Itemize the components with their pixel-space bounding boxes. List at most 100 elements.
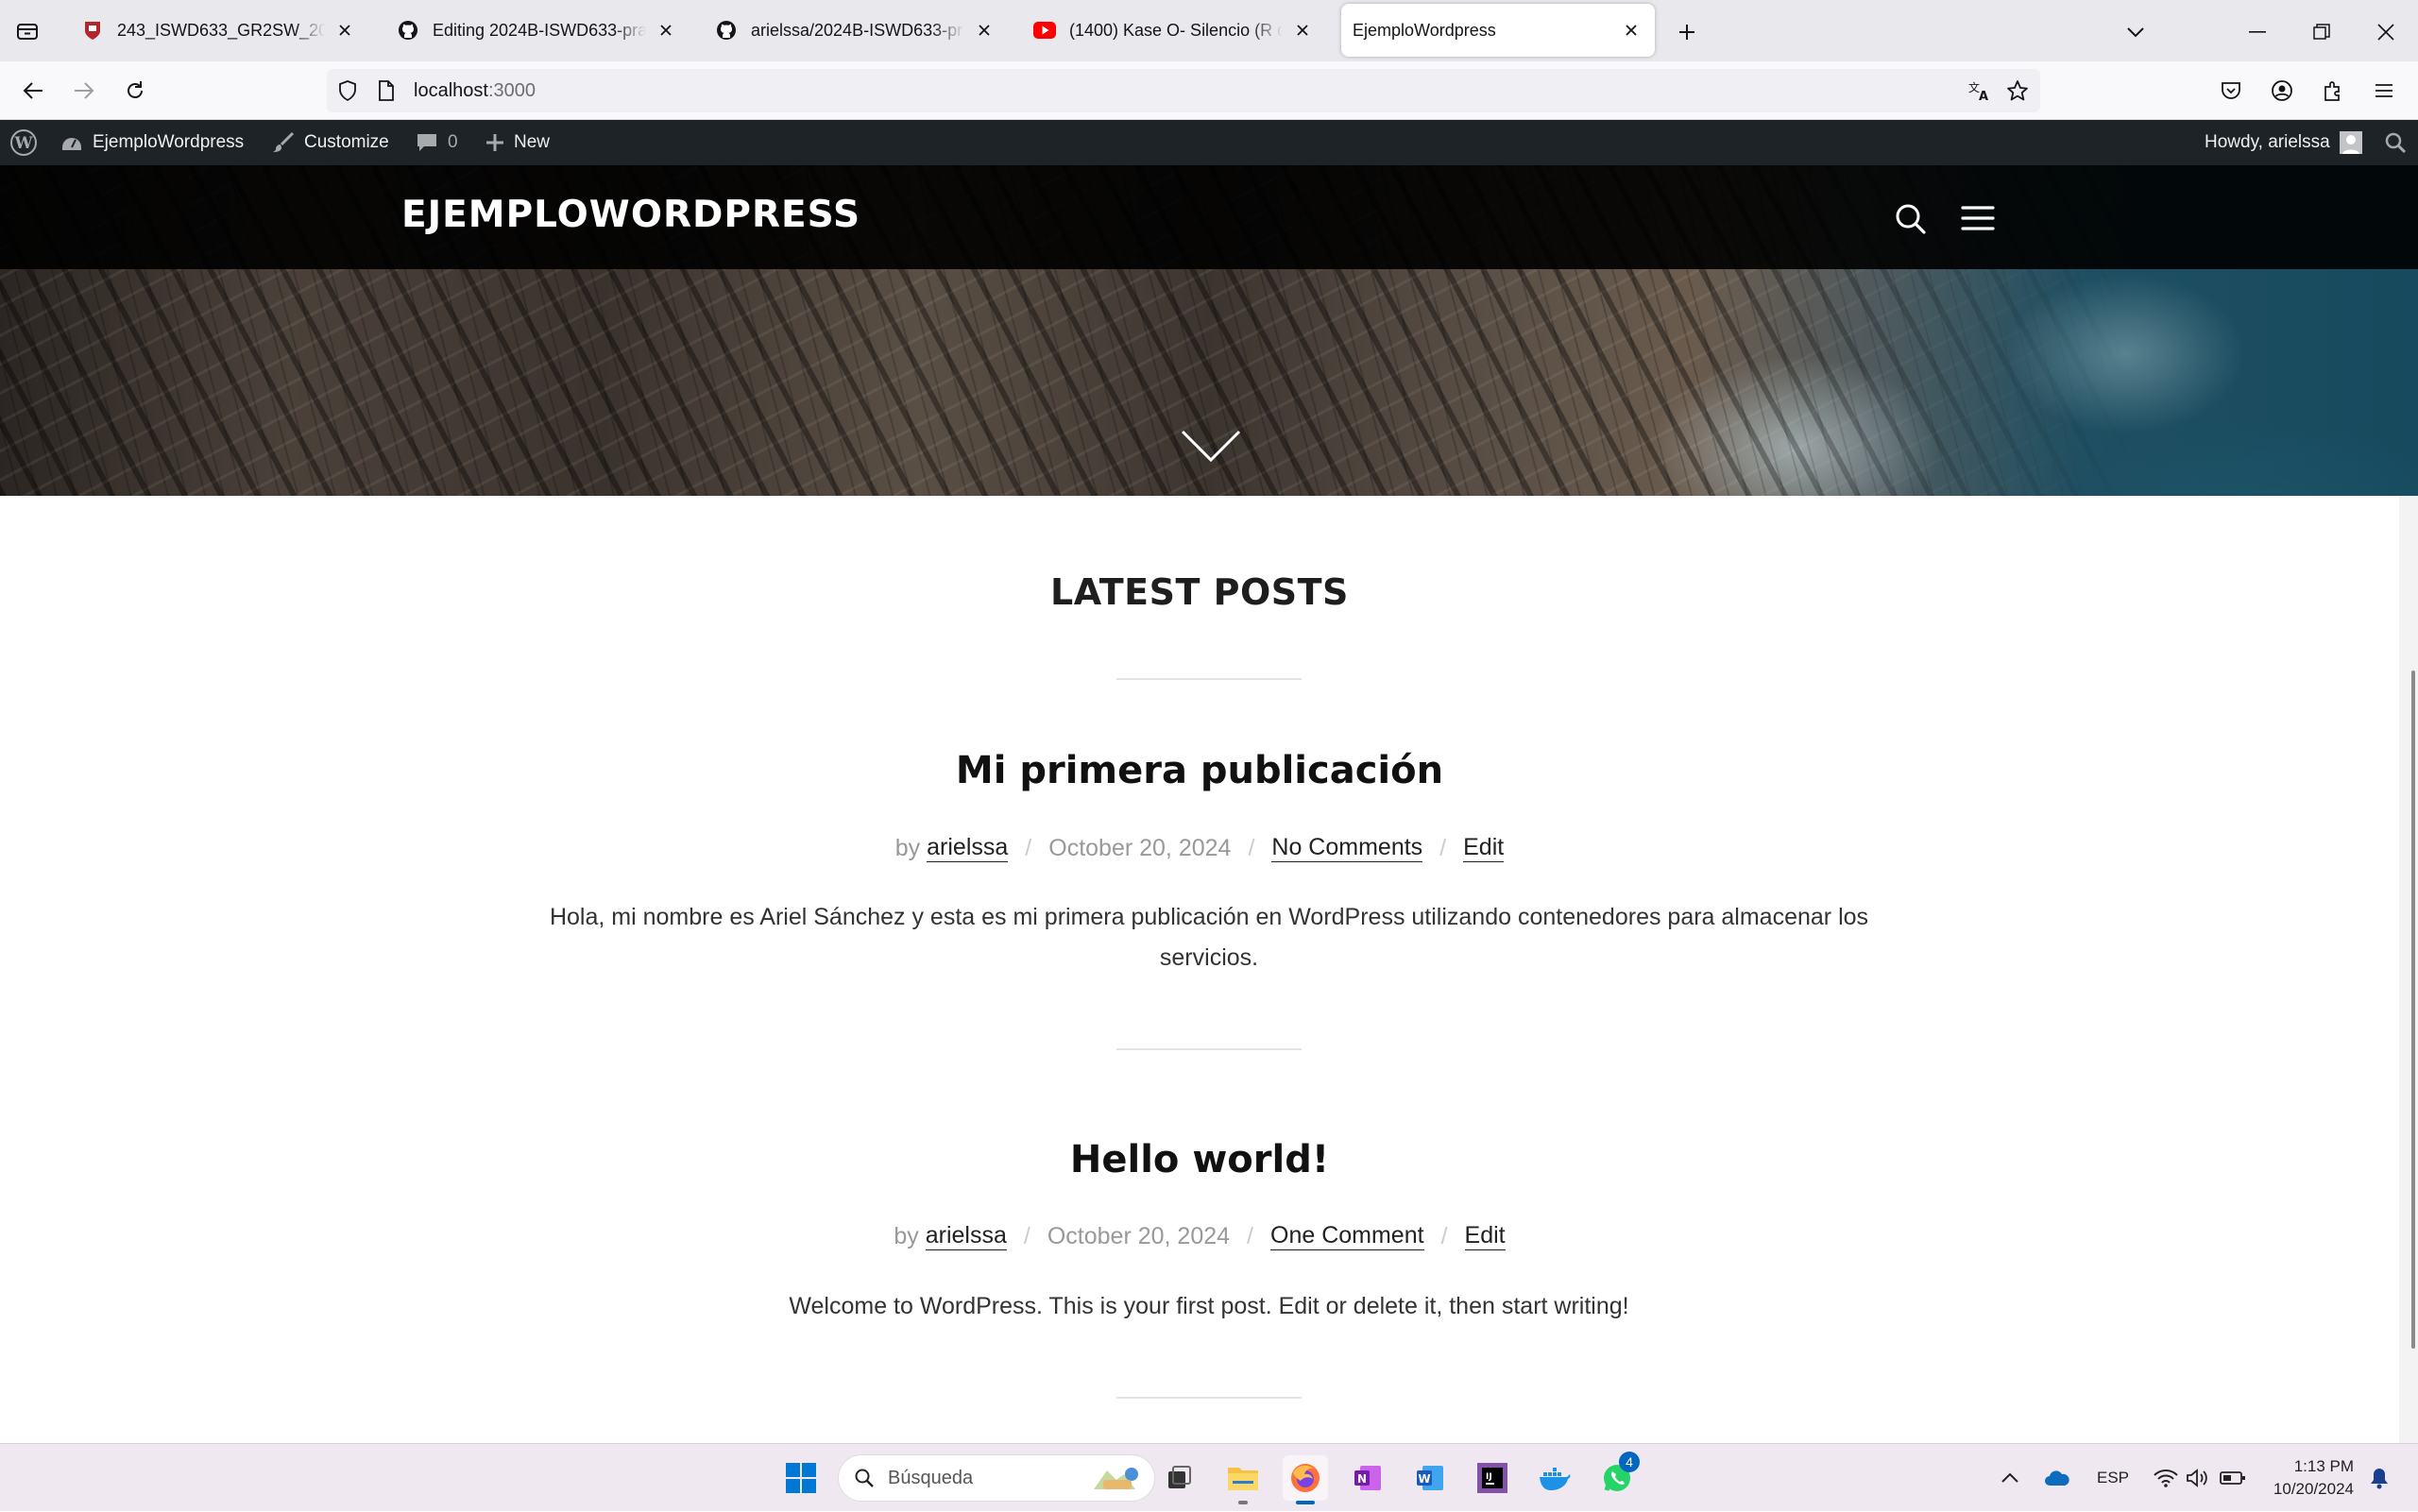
tab-title: arielssa/2024B-ISWD633-practica — [751, 20, 964, 40]
admin-site-link[interactable]: EjemploWordpress — [60, 120, 244, 165]
post-comments-link[interactable]: No Comments — [1271, 834, 1423, 862]
scroll-down-chevron-icon[interactable] — [1181, 430, 1241, 464]
meta-separator: / — [1025, 834, 1032, 861]
meta-separator: / — [1023, 1222, 1030, 1249]
close-tab-icon[interactable] — [974, 20, 995, 41]
url-host: localhost — [414, 79, 488, 101]
close-window-icon[interactable] — [2367, 13, 2405, 51]
browser-tab[interactable]: (1400) Kase O- Silencio (R de Ra — [1014, 4, 1326, 57]
docker-icon[interactable] — [1532, 1455, 1577, 1501]
url-port: :3000 — [487, 79, 536, 101]
site-header: EJEMPLOWORDPRESS — [0, 165, 2418, 269]
post-title[interactable]: Mi primera publicación — [0, 749, 2399, 792]
windows-start-icon[interactable] — [778, 1455, 824, 1501]
notification-bell-icon[interactable] — [2369, 1444, 2390, 1512]
dashboard-icon — [60, 132, 93, 153]
tab-list-icon[interactable] — [13, 19, 42, 43]
pocket-icon[interactable] — [2215, 75, 2247, 107]
back-arrow-icon[interactable] — [17, 75, 49, 107]
word-icon[interactable]: W — [1407, 1455, 1453, 1501]
volume-icon[interactable] — [2186, 1444, 2208, 1512]
new-tab-icon[interactable] — [1672, 17, 1702, 47]
wp-admin-bar: W EjemploWordpress Customize 0 New Howdy… — [0, 120, 2418, 165]
firefox-icon[interactable] — [1283, 1455, 1328, 1504]
close-tab-icon[interactable] — [334, 20, 355, 41]
meta-separator: / — [1439, 834, 1447, 861]
tray-chevron-up-icon[interactable] — [2001, 1444, 2019, 1512]
github-icon — [397, 19, 419, 42]
divider — [1116, 678, 1302, 680]
account-icon[interactable] — [2266, 75, 2298, 107]
site-title[interactable]: EJEMPLOWORDPRESS — [401, 194, 860, 236]
post-date[interactable]: October 20, 2024 — [1047, 1223, 1230, 1250]
post-edit-link[interactable]: Edit — [1464, 1222, 1506, 1250]
scrollbar-thumb[interactable] — [2411, 671, 2415, 1349]
onenote-icon[interactable]: N — [1345, 1455, 1390, 1501]
browser-tab[interactable]: 243_ISWD633_GR2SW_2024-2: — [62, 4, 368, 57]
wordpress-logo-icon[interactable]: W — [9, 120, 47, 165]
url-text[interactable]: localhost:3000 — [414, 80, 536, 102]
search-icon — [854, 1468, 875, 1488]
forward-arrow-icon[interactable] — [68, 75, 100, 107]
address-bar[interactable]: localhost:3000 文A — [327, 69, 2040, 112]
admin-howdy: Howdy, arielssa — [2205, 132, 2330, 152]
admin-account-link[interactable]: Howdy, arielssa — [2205, 120, 2372, 165]
chevron-down-icon[interactable] — [2120, 17, 2151, 47]
minimize-icon[interactable] — [2239, 13, 2276, 51]
post-edit-link[interactable]: Edit — [1463, 834, 1505, 862]
scrollbar-track[interactable] — [2399, 496, 2418, 1443]
close-tab-icon[interactable] — [656, 20, 676, 41]
brush-icon — [272, 131, 304, 154]
taskbar-search-box[interactable]: Búsqueda — [838, 1454, 1155, 1502]
close-tab-icon[interactable] — [1292, 20, 1313, 41]
extensions-icon[interactable] — [2317, 75, 2349, 107]
svg-text:A: A — [1979, 90, 1988, 101]
wifi-icon[interactable] — [2154, 1444, 2178, 1512]
file-explorer-icon[interactable] — [1220, 1455, 1266, 1504]
search-highlight-icon — [1090, 1463, 1143, 1493]
post-excerpt: Welcome to WordPress. This is your first… — [789, 1293, 1629, 1319]
bookmark-star-icon[interactable] — [2006, 79, 2029, 102]
browser-tab[interactable]: Editing 2024B-ISWD633-practica — [378, 4, 690, 57]
post-author-link[interactable]: arielssa — [927, 834, 1009, 862]
post-author-link[interactable]: arielssa — [925, 1222, 1007, 1250]
post-title[interactable]: Hello world! — [0, 1138, 2399, 1181]
site-search-icon[interactable] — [1895, 203, 1927, 235]
clock-date: 10/20/2024 — [2273, 1480, 2354, 1498]
university-icon — [81, 19, 104, 42]
section-title: LATEST POSTS — [1050, 571, 1349, 613]
post-meta-by: by — [894, 1222, 919, 1249]
browser-tab-strip: 243_ISWD633_GR2SW_2024-2: Editing 2024B-… — [0, 0, 2418, 61]
whatsapp-icon[interactable]: 4 — [1594, 1452, 1640, 1501]
tab-title: 243_ISWD633_GR2SW_2024-2: — [117, 20, 325, 40]
svg-text:W: W — [13, 134, 33, 153]
restore-icon[interactable] — [2303, 13, 2341, 51]
language-indicator[interactable]: ESP — [2097, 1444, 2129, 1512]
post-meta-by: by — [894, 834, 921, 861]
battery-icon[interactable] — [2220, 1444, 2246, 1512]
shield-icon[interactable] — [338, 80, 357, 101]
post-date[interactable]: October 20, 2024 — [1048, 835, 1231, 862]
browser-tab-active[interactable]: EjemploWordpress — [1341, 4, 1655, 57]
admin-customize-link[interactable]: Customize — [272, 120, 389, 165]
post-comments-link[interactable]: One Comment — [1270, 1222, 1424, 1250]
page-icon[interactable] — [378, 80, 395, 101]
translate-icon[interactable]: 文A — [1968, 80, 1991, 101]
meta-separator: / — [1248, 834, 1255, 861]
taskbar-clock[interactable]: 1:13 PM 10/20/2024 — [2259, 1444, 2354, 1512]
admin-search-icon[interactable] — [2384, 120, 2416, 165]
divider — [1116, 1048, 1302, 1050]
admin-new-link[interactable]: New — [485, 120, 550, 165]
admin-comments-link[interactable]: 0 — [416, 120, 458, 165]
onedrive-icon[interactable] — [2044, 1444, 2070, 1512]
close-tab-icon[interactable] — [1621, 20, 1642, 41]
menu-icon[interactable] — [2368, 75, 2400, 107]
task-view-icon[interactable] — [1156, 1455, 1201, 1501]
reload-icon[interactable] — [119, 75, 151, 107]
browser-tab[interactable]: arielssa/2024B-ISWD633-practica — [696, 4, 1008, 57]
github-icon — [715, 19, 738, 42]
admin-customize-label: Customize — [304, 132, 389, 152]
admin-new-label: New — [514, 132, 551, 152]
intellij-icon[interactable]: IJ — [1470, 1455, 1515, 1501]
site-menu-icon[interactable] — [1961, 205, 1995, 231]
